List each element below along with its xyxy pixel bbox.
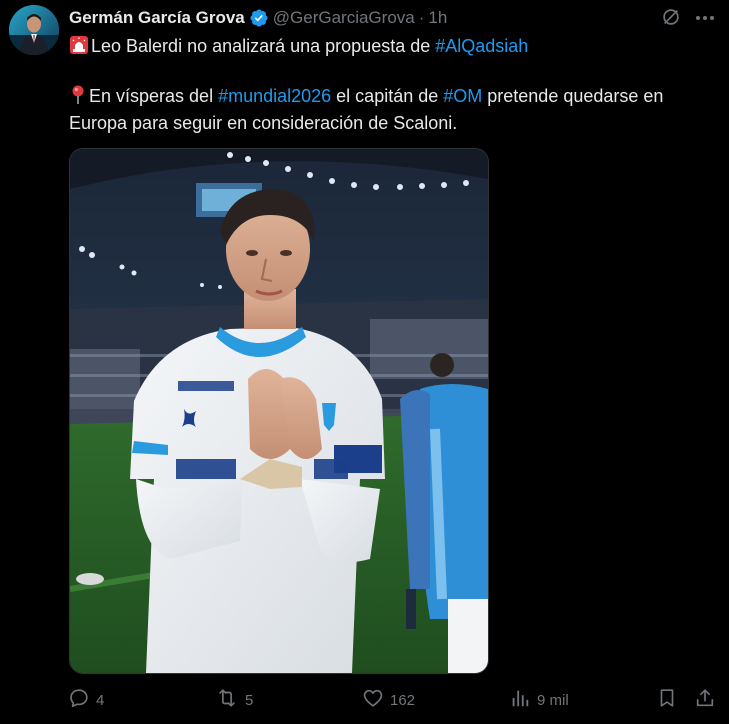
share-icon [694, 687, 722, 713]
hashtag-om[interactable]: #OM [443, 86, 482, 106]
post-line-2-part2: el capitán de [331, 86, 444, 106]
bookmark-icon [656, 687, 684, 713]
like-count: 162 [390, 691, 416, 709]
avatar[interactable] [9, 5, 59, 55]
post-line-3: Europa para seguir en consideración de S… [69, 113, 458, 133]
author-handle[interactable]: @GerGarciaGrova [273, 8, 415, 28]
repost-icon [215, 687, 245, 713]
reply-button[interactable]: 4 [68, 686, 104, 714]
post-header: Germán García Grova @GerGarciaGrova · 1h [69, 6, 447, 30]
hashtag-mundial2026[interactable]: #mundial2026 [218, 86, 331, 106]
reply-icon [68, 687, 96, 713]
hashtag-alqadsiah[interactable]: #AlQadsiah [435, 36, 528, 56]
post-photo[interactable] [69, 148, 489, 674]
action-bar: 4 5 162 9 mil [0, 686, 729, 714]
post-text: Leo Balerdi no analizará una propuesta d… [69, 34, 719, 135]
views-button[interactable]: 9 mil [509, 686, 569, 714]
post-time[interactable]: 1h [428, 8, 447, 28]
post-line-2: En vísperas del #mundial2026 el capitán … [69, 84, 719, 111]
verified-badge-icon [249, 8, 269, 28]
separator-dot: · [418, 8, 425, 27]
like-button[interactable]: 162 [362, 686, 415, 714]
views-count: 9 mil [537, 691, 569, 709]
more-icon[interactable] [693, 6, 717, 30]
tweet[interactable]: Germán García Grova @GerGarciaGrova · 1h [0, 0, 729, 724]
bookmark-button[interactable] [656, 686, 684, 714]
post-line-1: Leo Balerdi no analizará una propuesta d… [69, 34, 719, 61]
share-button[interactable] [694, 686, 722, 714]
repost-button[interactable]: 5 [215, 686, 253, 714]
like-icon [362, 687, 390, 713]
repost-count: 5 [245, 691, 254, 709]
views-icon [509, 687, 537, 713]
pin-emoji [69, 85, 87, 111]
author-name[interactable]: Germán García Grova [69, 8, 245, 28]
grok-icon[interactable] [660, 6, 682, 28]
siren-emoji [69, 35, 89, 61]
reply-count: 4 [96, 691, 105, 709]
post-line-2-part3: pretende quedarse en [482, 86, 664, 106]
post-line-1-text: Leo Balerdi no analizará una propuesta d… [91, 36, 436, 56]
post-line-2-part1: En vísperas del [89, 86, 219, 106]
